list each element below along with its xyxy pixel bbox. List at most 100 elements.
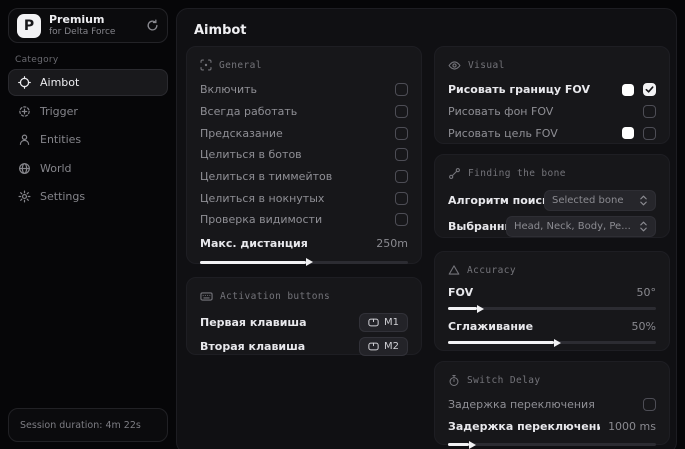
slider-fill [448,304,485,313]
toggle-label: Целиться в ботов [200,148,302,162]
checkbox[interactable] [395,83,408,97]
switch-delay-toggle-row: Задержка переключения [448,394,656,416]
sidebar-item-label: World [40,161,72,175]
toggle-row: Целиться в ботов [200,144,408,166]
keybind-row: Вторая клавиша M2 [200,334,408,358]
visual-row: Рисовать цель FOV [448,122,656,144]
dropdown-value: Head, Neck, Body, Pe... [514,220,631,232]
toggle-label: Целиться в нокнутых [200,191,325,205]
session-duration: Session duration: 4m 22s [8,408,168,442]
visual-row: Рисовать границу FOV [448,79,656,101]
category-label: Category [15,55,59,65]
checkbox[interactable] [643,105,656,119]
toggle-row: Целиться в тиммейтов [200,166,408,188]
sidebar-item-entities[interactable]: Entities [8,126,168,153]
color-swatch[interactable] [622,127,634,140]
toggle-row: Предсказание [200,122,408,144]
stopwatch-icon [448,374,460,387]
smoothing-row: Сглаживание 50% [448,318,656,335]
entities-icon [18,133,31,146]
fov-value: 50° [636,286,657,299]
bone-row: Алгоритм поиска кост Selected bone [448,187,656,213]
checkbox[interactable] [395,126,408,140]
checkbox[interactable] [395,191,408,205]
checkbox[interactable] [643,126,656,140]
visual-label: Рисовать границу FOV [448,83,590,97]
sidebar-item-aimbot[interactable]: Aimbot [8,69,168,96]
distance-row: Макс. дистанция 250m [200,233,408,255]
switch-delay-ms-row: Задержка переключения (мс) 1000 ms [448,416,656,438]
smoothing-slider[interactable] [448,338,656,347]
sidebar-nav: Aimbot Trigger Entities World Settings [8,69,168,212]
distance-label: Макс. дистанция [200,237,308,251]
session-duration-text: Session duration: 4m 22s [20,419,141,431]
fov-row: FOV 50° [448,284,656,301]
app-logo: P [17,13,41,38]
toggle-label: Предсказание [200,126,283,140]
page-title: Aimbot [194,23,247,38]
brand-card: P Premium for Delta Force [8,8,168,43]
slider-fill [448,440,476,449]
refresh-icon[interactable] [146,19,159,32]
visual-row: Рисовать фон FOV [448,101,656,123]
visual-label: Рисовать фон FOV [448,105,554,119]
distance-slider[interactable] [200,258,408,266]
switch-delay-slider[interactable] [448,440,656,449]
bone-header: Finding the bone [468,167,566,179]
smoothing-value: 50% [631,320,656,333]
slider-fill [200,258,314,266]
triangle-icon [448,264,460,276]
switch-delay-card: Switch Delay Задержка переключения Задер… [434,361,670,449]
mouse-icon [368,342,379,351]
checkbox[interactable] [643,398,656,412]
mouse-icon [368,318,379,327]
crosshair-icon [18,76,31,89]
selected-bones-dropdown[interactable]: Head, Neck, Body, Pe... [506,215,656,237]
toggle-label: Проверка видимости [200,213,323,227]
keybind-row: Первая клавиша M1 [200,310,408,334]
toggle-label: Целиться в тиммейтов [200,170,333,184]
main-panel: Aimbot General Включить Всегда работать [176,8,677,449]
visual-card: Visual Рисовать границу FOV Рисовать фон… [434,46,670,144]
distance-value: 250m [376,237,408,251]
bone-icon [448,167,461,180]
sidebar-item-world[interactable]: World [8,155,168,182]
checkbox[interactable] [395,170,408,184]
keybind-value: M2 [384,340,399,352]
bone-label: Выбранные кос [448,219,506,233]
trigger-icon [18,105,31,118]
general-card: General Включить Всегда работать Предска… [186,46,422,266]
keybind-button-m2[interactable]: M2 [359,336,408,356]
checkbox-checked[interactable] [643,83,656,97]
color-swatch[interactable] [622,83,634,96]
general-header: General [219,59,262,71]
bone-card: Finding the bone Алгоритм поиска кост Se… [434,154,670,238]
slider-fill [448,338,562,347]
sidebar-item-settings[interactable]: Settings [8,183,168,210]
checkbox[interactable] [395,213,408,227]
keyboard-icon [200,290,213,303]
keybind-label: Первая клавиша [200,315,307,329]
accuracy-card: Accuracy FOV 50° Сглаживание 50% [434,251,670,351]
activation-card: Activation buttons Первая клавиша M1 Вто… [186,277,422,358]
keybind-button-m1[interactable]: M1 [359,312,408,332]
toggle-row: Всегда работать [200,101,408,123]
bone-algorithm-dropdown[interactable]: Selected bone [544,189,656,211]
keybind-label: Вторая клавиша [200,339,306,353]
bone-label: Алгоритм поиска кост [448,193,544,207]
checkbox[interactable] [395,148,408,162]
accuracy-header: Accuracy [467,264,516,276]
activation-header: Activation buttons [220,290,331,302]
bone-row: Выбранные кос Head, Neck, Body, Pe... [448,213,656,239]
toggle-label: Включить [200,83,258,97]
sidebar-item-label: Trigger [40,104,78,118]
switch-delay-toggle-label: Задержка переключения [448,398,595,412]
switch-delay-ms-value: 1000 ms [608,420,656,434]
fov-slider[interactable] [448,304,656,313]
selector-icon [639,221,648,232]
checkbox[interactable] [395,105,408,119]
sidebar-item-label: Aimbot [40,76,80,89]
toggle-row: Включить [200,79,408,101]
toggle-row: Целиться в нокнутых [200,187,408,209]
sidebar-item-trigger[interactable]: Trigger [8,98,168,125]
